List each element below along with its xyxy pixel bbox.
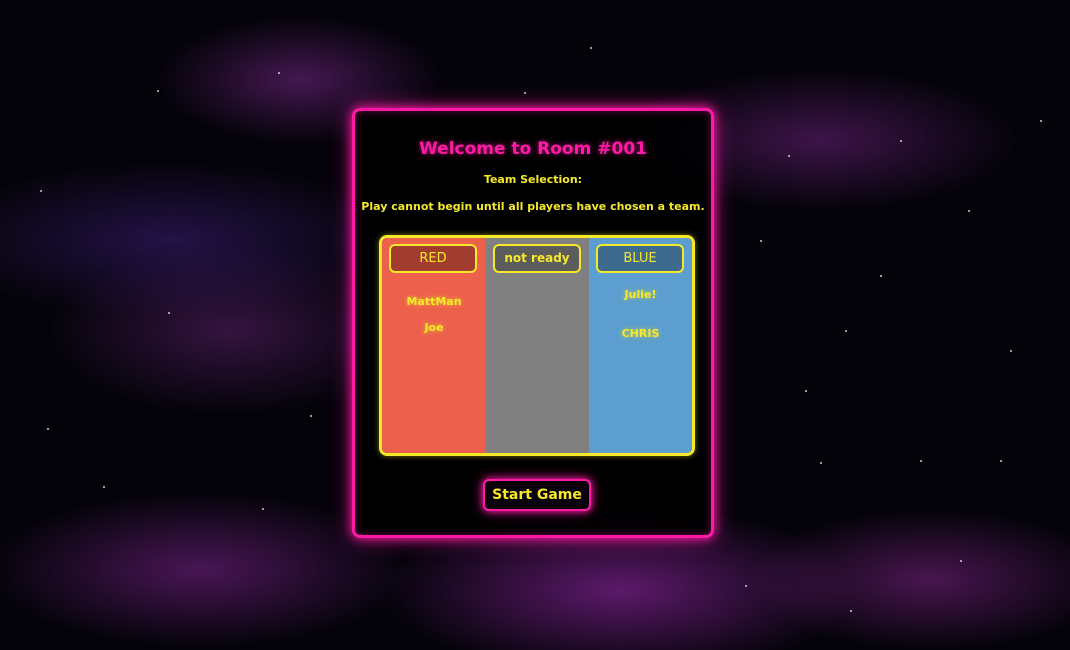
star — [850, 610, 852, 612]
team-selection-heading: Team Selection: — [483, 173, 583, 186]
team-selection-note: Play cannot begin until all players have… — [361, 200, 705, 213]
star — [278, 72, 280, 74]
star — [168, 312, 170, 314]
room-panel: Welcome to Room #001 Team Selection: Pla… — [352, 108, 714, 538]
star — [805, 390, 807, 392]
not-ready-button[interactable]: not ready — [493, 244, 581, 273]
star — [845, 330, 847, 332]
star — [47, 428, 49, 430]
blue-team-column: BLUE Julie! CHRIS — [589, 238, 692, 453]
red-team-player: MattMan — [406, 295, 462, 308]
star — [900, 140, 902, 142]
join-red-team-button[interactable]: RED — [389, 244, 477, 273]
unassigned-column: not ready — [486, 238, 589, 453]
team-selection-board: RED MattMan Joe not ready BLUE Julie! CH… — [379, 235, 695, 456]
star — [820, 462, 822, 464]
star — [1010, 350, 1012, 352]
star — [310, 415, 312, 417]
star — [920, 460, 922, 462]
star — [524, 92, 526, 94]
start-game-button[interactable]: Start Game — [483, 479, 591, 511]
star — [262, 508, 264, 510]
star — [590, 47, 592, 49]
star — [1040, 120, 1042, 122]
join-blue-team-button[interactable]: BLUE — [596, 244, 684, 273]
star — [103, 486, 105, 488]
star — [960, 560, 962, 562]
star — [40, 190, 42, 192]
star — [788, 155, 790, 157]
red-team-column: RED MattMan Joe — [382, 238, 486, 453]
room-title: Welcome to Room #001 — [419, 139, 647, 159]
star — [880, 275, 882, 277]
star — [760, 240, 762, 242]
star — [968, 210, 970, 212]
red-team-player: Joe — [424, 321, 444, 334]
blue-team-player: Julie! — [624, 288, 657, 301]
star — [157, 90, 159, 92]
blue-team-player: CHRIS — [621, 327, 660, 340]
star — [745, 585, 747, 587]
star — [1000, 460, 1002, 462]
